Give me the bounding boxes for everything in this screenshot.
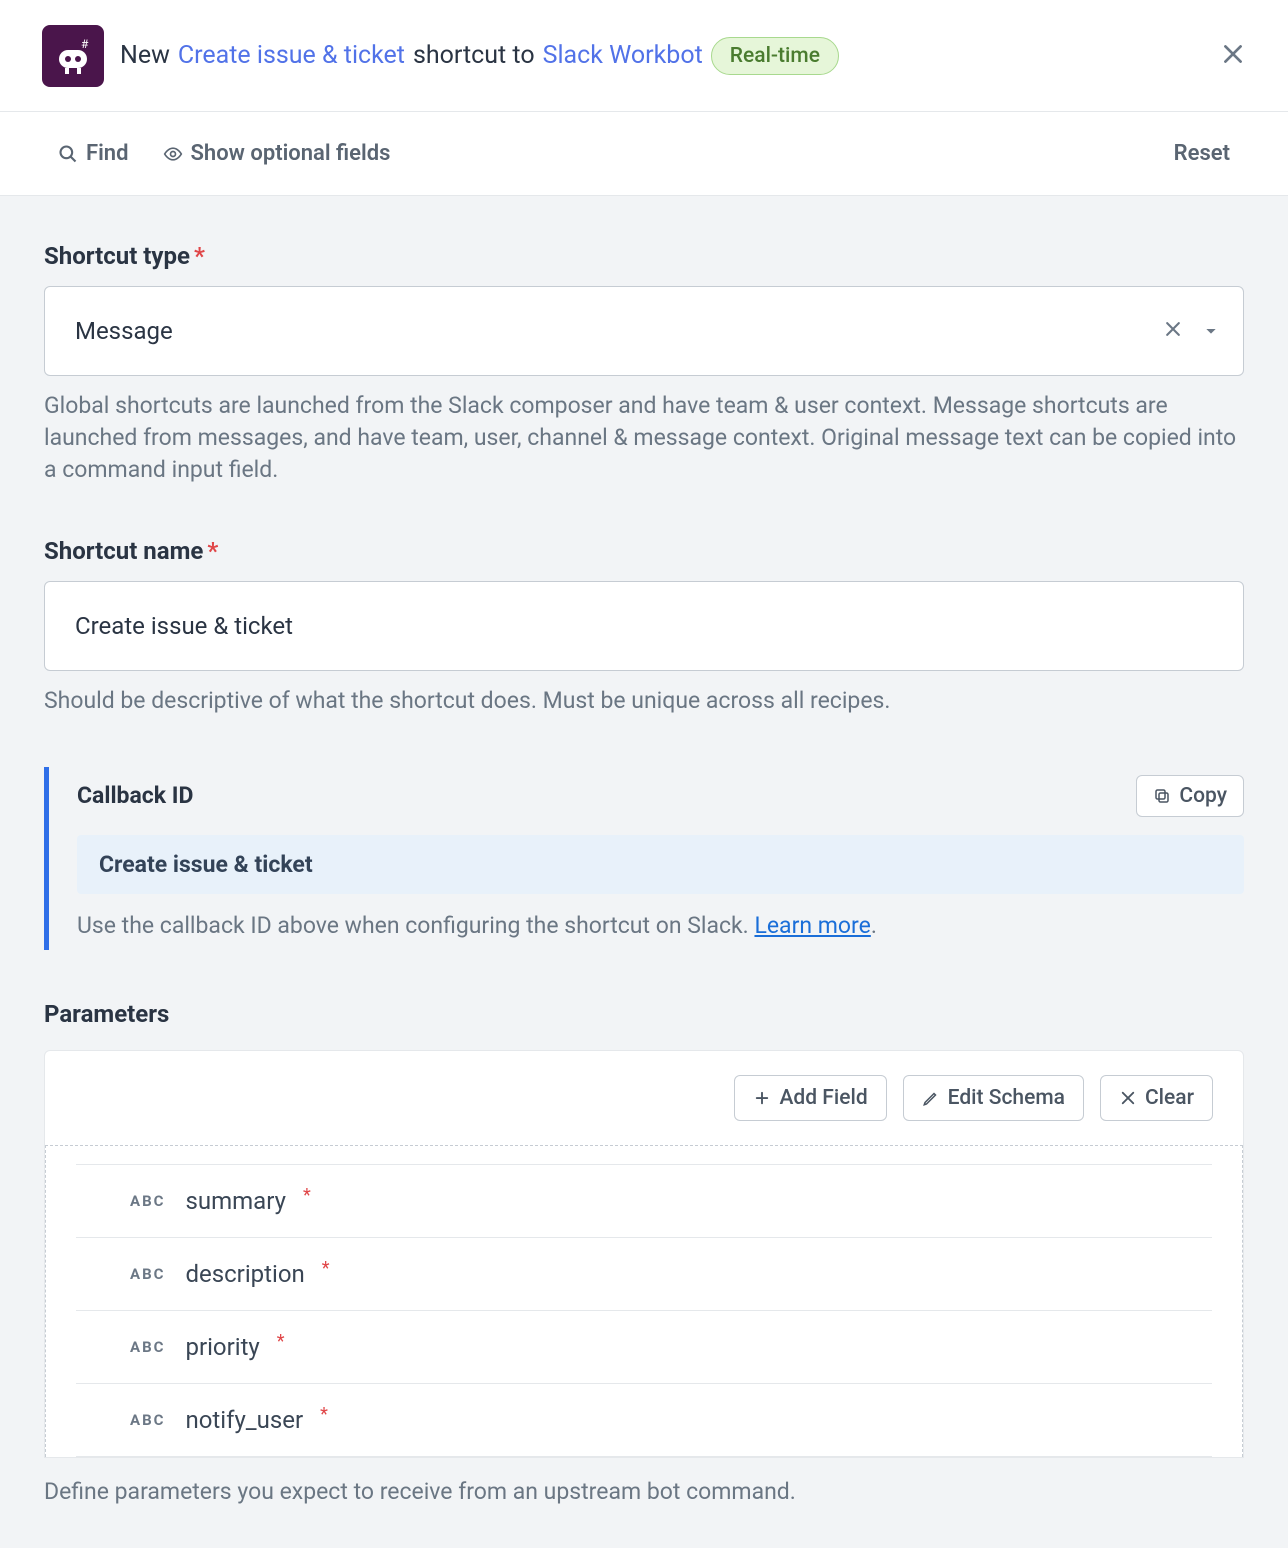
callback-id-label: Callback ID xyxy=(77,782,193,809)
callback-id-help: Use the callback ID above when configuri… xyxy=(77,910,1244,942)
shortcut-name-label: Shortcut name* xyxy=(44,537,1244,565)
shortcut-type-group: Shortcut type* Message Global shortcuts … xyxy=(44,242,1244,487)
parameters-help: Define parameters you expect to receive … xyxy=(44,1476,1244,1508)
required-star: * xyxy=(207,537,218,565)
type-abc-icon: ABC xyxy=(130,1192,165,1210)
parameter-name: summary xyxy=(185,1187,285,1215)
copy-callback-button[interactable]: Copy xyxy=(1136,775,1244,817)
required-star: * xyxy=(194,242,205,270)
parameter-row[interactable]: ABC notify_user * xyxy=(76,1384,1212,1457)
close-icon xyxy=(1119,1089,1137,1107)
header-left: # New Create issue & ticket shortcut to … xyxy=(42,25,839,87)
required-star: * xyxy=(277,1331,285,1352)
copy-label: Copy xyxy=(1179,784,1227,808)
clear-select-button[interactable] xyxy=(1163,317,1183,345)
add-field-button[interactable]: Add Field xyxy=(734,1075,886,1121)
required-star: * xyxy=(322,1258,330,1279)
show-optional-label: Show optional fields xyxy=(191,141,391,166)
close-icon xyxy=(1163,319,1183,339)
target-app-link[interactable]: Slack Workbot xyxy=(543,41,703,70)
page-title: New Create issue & ticket shortcut to Sl… xyxy=(120,37,839,75)
clear-button[interactable]: Clear xyxy=(1100,1075,1213,1121)
shortcut-name-help: Should be descriptive of what the shortc… xyxy=(44,685,1244,717)
find-button[interactable]: Find xyxy=(58,141,129,166)
parameters-box: Add Field Edit Schema Clear ABC summary *… xyxy=(44,1050,1244,1458)
title-prefix: New xyxy=(120,41,170,70)
editor-toolbar: Find Show optional fields Reset xyxy=(0,112,1288,196)
parameter-name: priority xyxy=(185,1333,259,1361)
dropdown-caret[interactable] xyxy=(1203,317,1219,345)
shortcut-type-help: Global shortcuts are launched from the S… xyxy=(44,390,1244,487)
form-content: Shortcut type* Message Global shortcuts … xyxy=(0,196,1288,1518)
shortcut-name-link[interactable]: Create issue & ticket xyxy=(178,41,405,70)
parameter-row[interactable]: ABC description * xyxy=(76,1238,1212,1311)
shortcut-type-select[interactable]: Message xyxy=(44,286,1244,376)
shortcut-type-value: Message xyxy=(75,317,173,345)
search-icon xyxy=(58,144,78,164)
shortcut-name-value: Create issue & ticket xyxy=(75,612,293,640)
shortcut-type-label: Shortcut type* xyxy=(44,242,1244,270)
close-button[interactable] xyxy=(1220,41,1246,71)
copy-icon xyxy=(1153,787,1171,805)
parameter-name: description xyxy=(185,1260,304,1288)
title-mid: shortcut to xyxy=(413,41,535,70)
find-label: Find xyxy=(86,141,129,166)
callback-id-value: Create issue & ticket xyxy=(77,835,1244,894)
required-star: * xyxy=(303,1185,311,1206)
parameter-row[interactable]: ABC summary * xyxy=(76,1164,1212,1238)
clear-label: Clear xyxy=(1145,1086,1194,1110)
learn-more-link[interactable]: Learn more xyxy=(754,912,870,939)
realtime-badge: Real-time xyxy=(711,37,839,75)
pencil-icon xyxy=(922,1089,940,1107)
add-field-label: Add Field xyxy=(779,1086,867,1110)
edit-schema-label: Edit Schema xyxy=(948,1086,1065,1110)
shortcut-name-input[interactable]: Create issue & ticket xyxy=(44,581,1244,671)
close-icon xyxy=(1220,41,1246,67)
parameter-name: notify_user xyxy=(185,1406,303,1434)
parameters-toolbar: Add Field Edit Schema Clear xyxy=(45,1051,1243,1145)
plus-icon xyxy=(753,1089,771,1107)
show-optional-fields-button[interactable]: Show optional fields xyxy=(163,141,391,166)
edit-schema-button[interactable]: Edit Schema xyxy=(903,1075,1084,1121)
shortcut-name-group: Shortcut name* Create issue & ticket Sho… xyxy=(44,537,1244,717)
type-abc-icon: ABC xyxy=(130,1265,165,1283)
parameter-row[interactable]: ABC priority * xyxy=(76,1311,1212,1384)
eye-icon xyxy=(163,144,183,164)
slack-workbot-icon: # xyxy=(42,25,104,87)
reset-button[interactable]: Reset xyxy=(1174,141,1230,166)
type-abc-icon: ABC xyxy=(130,1338,165,1356)
parameters-section: Parameters Add Field Edit Schema Clear xyxy=(44,1000,1244,1508)
svg-text:#: # xyxy=(81,37,89,51)
required-star: * xyxy=(320,1404,328,1425)
chevron-down-icon xyxy=(1203,323,1219,339)
page-header: # New Create issue & ticket shortcut to … xyxy=(0,0,1288,112)
parameters-list: ABC summary * ABC description * ABC priori… xyxy=(45,1145,1243,1457)
parameters-label: Parameters xyxy=(44,1000,1244,1028)
callback-id-panel: Callback ID Copy Create issue & ticket U… xyxy=(44,767,1244,950)
type-abc-icon: ABC xyxy=(130,1411,165,1429)
